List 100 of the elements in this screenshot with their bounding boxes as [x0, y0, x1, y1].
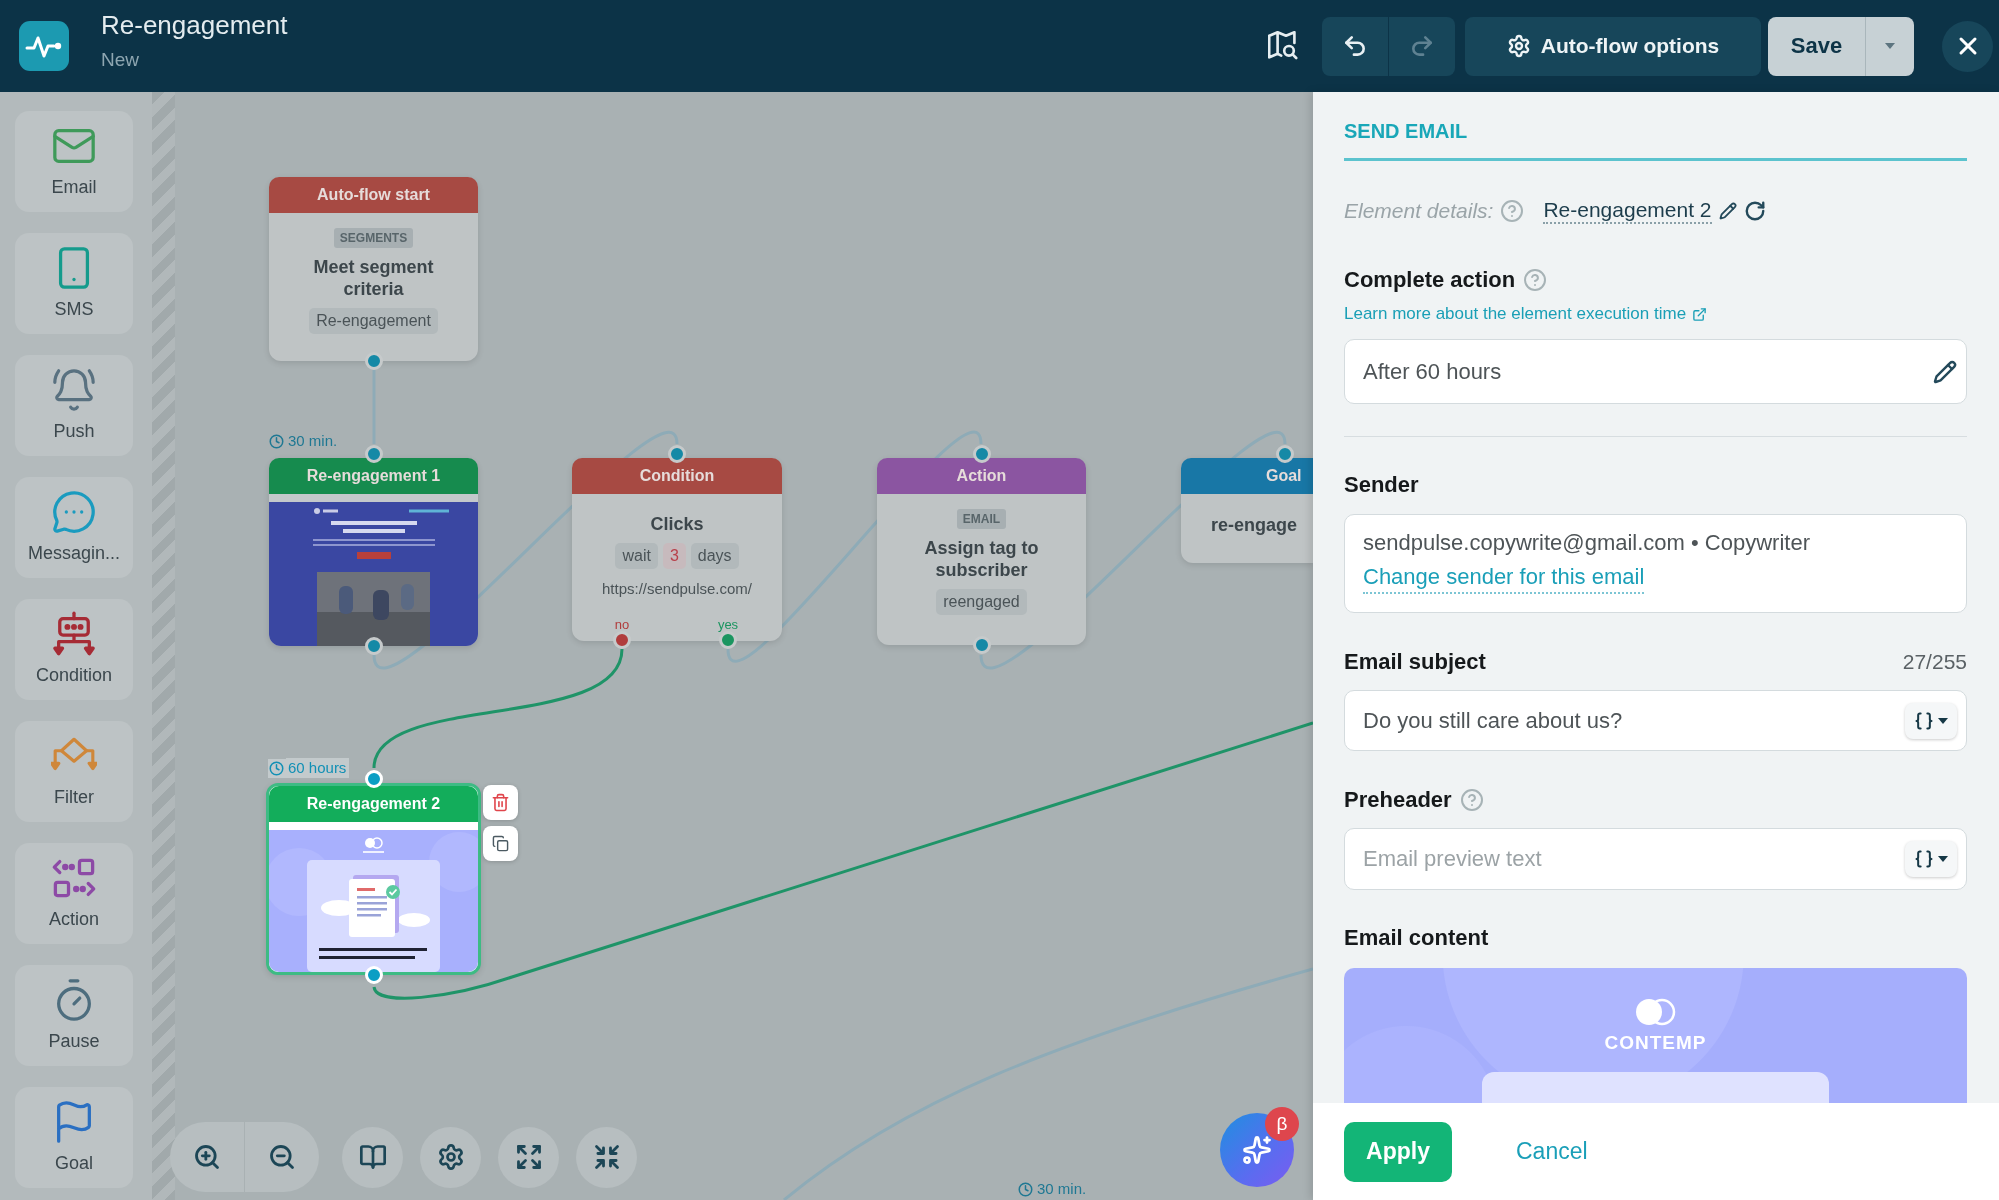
- details-label: Element details:: [1344, 199, 1494, 223]
- element-name[interactable]: Re-engagement 2: [1543, 198, 1712, 224]
- cancel-button[interactable]: Cancel: [1516, 1138, 1588, 1165]
- flow-node[interactable]: Auto-flow start SEGMENTS Meet segment criteria Re-engagement: [269, 177, 478, 361]
- node-text: Clicks: [650, 513, 704, 535]
- undo-button[interactable]: [1322, 16, 1388, 76]
- palette-item[interactable]: SMS: [15, 233, 133, 334]
- variables-button[interactable]: [1905, 841, 1957, 877]
- wait-chip: wait: [615, 543, 658, 569]
- chat-bubble-icon: [51, 489, 97, 535]
- zoom-in-button[interactable]: [170, 1122, 244, 1192]
- palette-item[interactable]: Action: [15, 843, 133, 944]
- learn-more-link[interactable]: Learn more about the element execution time: [1344, 304, 1687, 324]
- palette-item[interactable]: Goal: [15, 1087, 133, 1188]
- node-header: Action: [877, 458, 1086, 494]
- connection-point-icon[interactable]: [972, 445, 991, 463]
- node-text: Assign tag to subscriber: [923, 537, 1040, 581]
- trash-icon: [491, 793, 510, 812]
- book-icon: [358, 1143, 387, 1171]
- branch-label: yes: [717, 618, 739, 632]
- node-chip: reengaged: [936, 589, 1027, 615]
- external-link-icon: [1692, 306, 1708, 322]
- save-options-button[interactable]: [1865, 16, 1914, 76]
- palette-item[interactable]: Push: [15, 355, 133, 456]
- brand-logo-icon: [1634, 998, 1677, 1026]
- change-sender-link[interactable]: Change sender for this email: [1363, 562, 1645, 594]
- flow-node[interactable]: Re-engagement 1: [269, 458, 478, 646]
- zoom-in-icon: [193, 1143, 221, 1171]
- preheader-field[interactable]: Email preview text: [1344, 828, 1967, 890]
- connection-point-icon[interactable]: [613, 631, 631, 649]
- flow-node[interactable]: Goal re-engage: [1181, 458, 1313, 563]
- delay-label: 30 min.: [287, 431, 339, 451]
- pulse-logo-icon[interactable]: [19, 21, 69, 71]
- settings-icon: [436, 1143, 465, 1171]
- palette-item[interactable]: Messagin...: [15, 477, 133, 578]
- sender-address: sendpulse.copywrite@gmail.com • Copywriter: [1363, 529, 1810, 557]
- close-button[interactable]: [1942, 20, 1993, 72]
- delay-label: 30 min.: [1036, 1179, 1088, 1199]
- palette-item[interactable]: Filter: [15, 721, 133, 822]
- pencil-icon[interactable]: [1933, 359, 1957, 384]
- map-search-icon: [1268, 31, 1298, 61]
- connection-point-icon[interactable]: [1276, 445, 1294, 463]
- split-arrows-icon: [51, 611, 97, 657]
- connection-point-icon[interactable]: [668, 445, 686, 463]
- delay-label: 60 hours: [286, 758, 350, 778]
- palette-item[interactable]: Pause: [15, 965, 133, 1066]
- section-label: Email subject: [1344, 649, 1486, 675]
- palette-item[interactable]: Email: [15, 111, 133, 212]
- section-label: Preheader: [1344, 787, 1452, 813]
- flow-node[interactable]: Re-engagement 2: [266, 783, 481, 975]
- redo-icon: [1409, 33, 1435, 59]
- node-tag: EMAIL: [956, 509, 1007, 529]
- subject-field[interactable]: Do you still care about us?: [1344, 690, 1967, 751]
- connection-point-icon[interactable]: [364, 445, 383, 463]
- sparkles-icon: [1242, 1135, 1272, 1165]
- node-header: Auto-flow start: [269, 177, 478, 213]
- palette-item[interactable]: Condition: [15, 599, 133, 700]
- branch-label: no: [614, 618, 630, 632]
- node-header: Re-engagement 2: [269, 786, 478, 822]
- shrink-icon: [592, 1143, 621, 1171]
- duplicate-button[interactable]: [483, 826, 518, 861]
- flow-title: Re-engagement: [101, 10, 288, 40]
- section-label: Email content: [1344, 925, 1489, 951]
- delete-button[interactable]: [483, 785, 518, 820]
- flow-node[interactable]: Action EMAIL Assign tag to subscriber reengaged: [877, 458, 1086, 645]
- variables-button[interactable]: [1905, 702, 1957, 739]
- execution-time-field[interactable]: After 60 hours: [1344, 339, 1967, 404]
- flow-node[interactable]: Condition Clicks wait 3 days https://sendpulse.com/ no yes: [572, 458, 782, 641]
- undo-icon: [1342, 33, 1368, 59]
- node-tag: SEGMENTS: [333, 228, 414, 248]
- node-chip: Re-engagement: [309, 308, 438, 334]
- caret-down-icon: [1938, 856, 1948, 862]
- character-counter: 27/255: [1902, 650, 1967, 674]
- expand-icon: [514, 1143, 543, 1171]
- beta-badge: β: [1265, 1107, 1299, 1141]
- caret-down-icon: [1885, 43, 1895, 49]
- bell-icon: [51, 367, 97, 413]
- save-button[interactable]: Save: [1768, 16, 1865, 76]
- wait-unit-chip: days: [690, 543, 739, 569]
- braces-icon: [1914, 849, 1934, 869]
- settings-icon: [1506, 34, 1531, 58]
- auto-flow-options-button[interactable]: Auto-flow options: [1465, 16, 1761, 76]
- node-text: re-engage: [1211, 514, 1298, 536]
- node-text: Meet segment criteria: [312, 256, 435, 300]
- refresh-icon[interactable]: [1743, 200, 1766, 222]
- wait-count-chip: 3: [662, 543, 686, 569]
- section-label: Complete action: [1344, 267, 1516, 293]
- copy-icon: [492, 835, 509, 852]
- flow-status: New: [101, 49, 139, 71]
- panel-title: SEND EMAIL: [1344, 119, 1468, 143]
- section-label: Sender: [1344, 472, 1419, 498]
- pencil-icon[interactable]: [1718, 202, 1737, 220]
- caret-down-icon: [1938, 717, 1948, 724]
- node-header: Goal: [1181, 458, 1313, 494]
- node-header: Re-engagement 1: [269, 458, 478, 494]
- zoom-out-button[interactable]: [245, 1122, 319, 1192]
- braces-icon: [1914, 710, 1934, 731]
- clock-icon: [268, 758, 286, 778]
- brand-name: CONTEMP: [1604, 1032, 1707, 1054]
- node-url: https://sendpulse.com/: [601, 579, 753, 599]
